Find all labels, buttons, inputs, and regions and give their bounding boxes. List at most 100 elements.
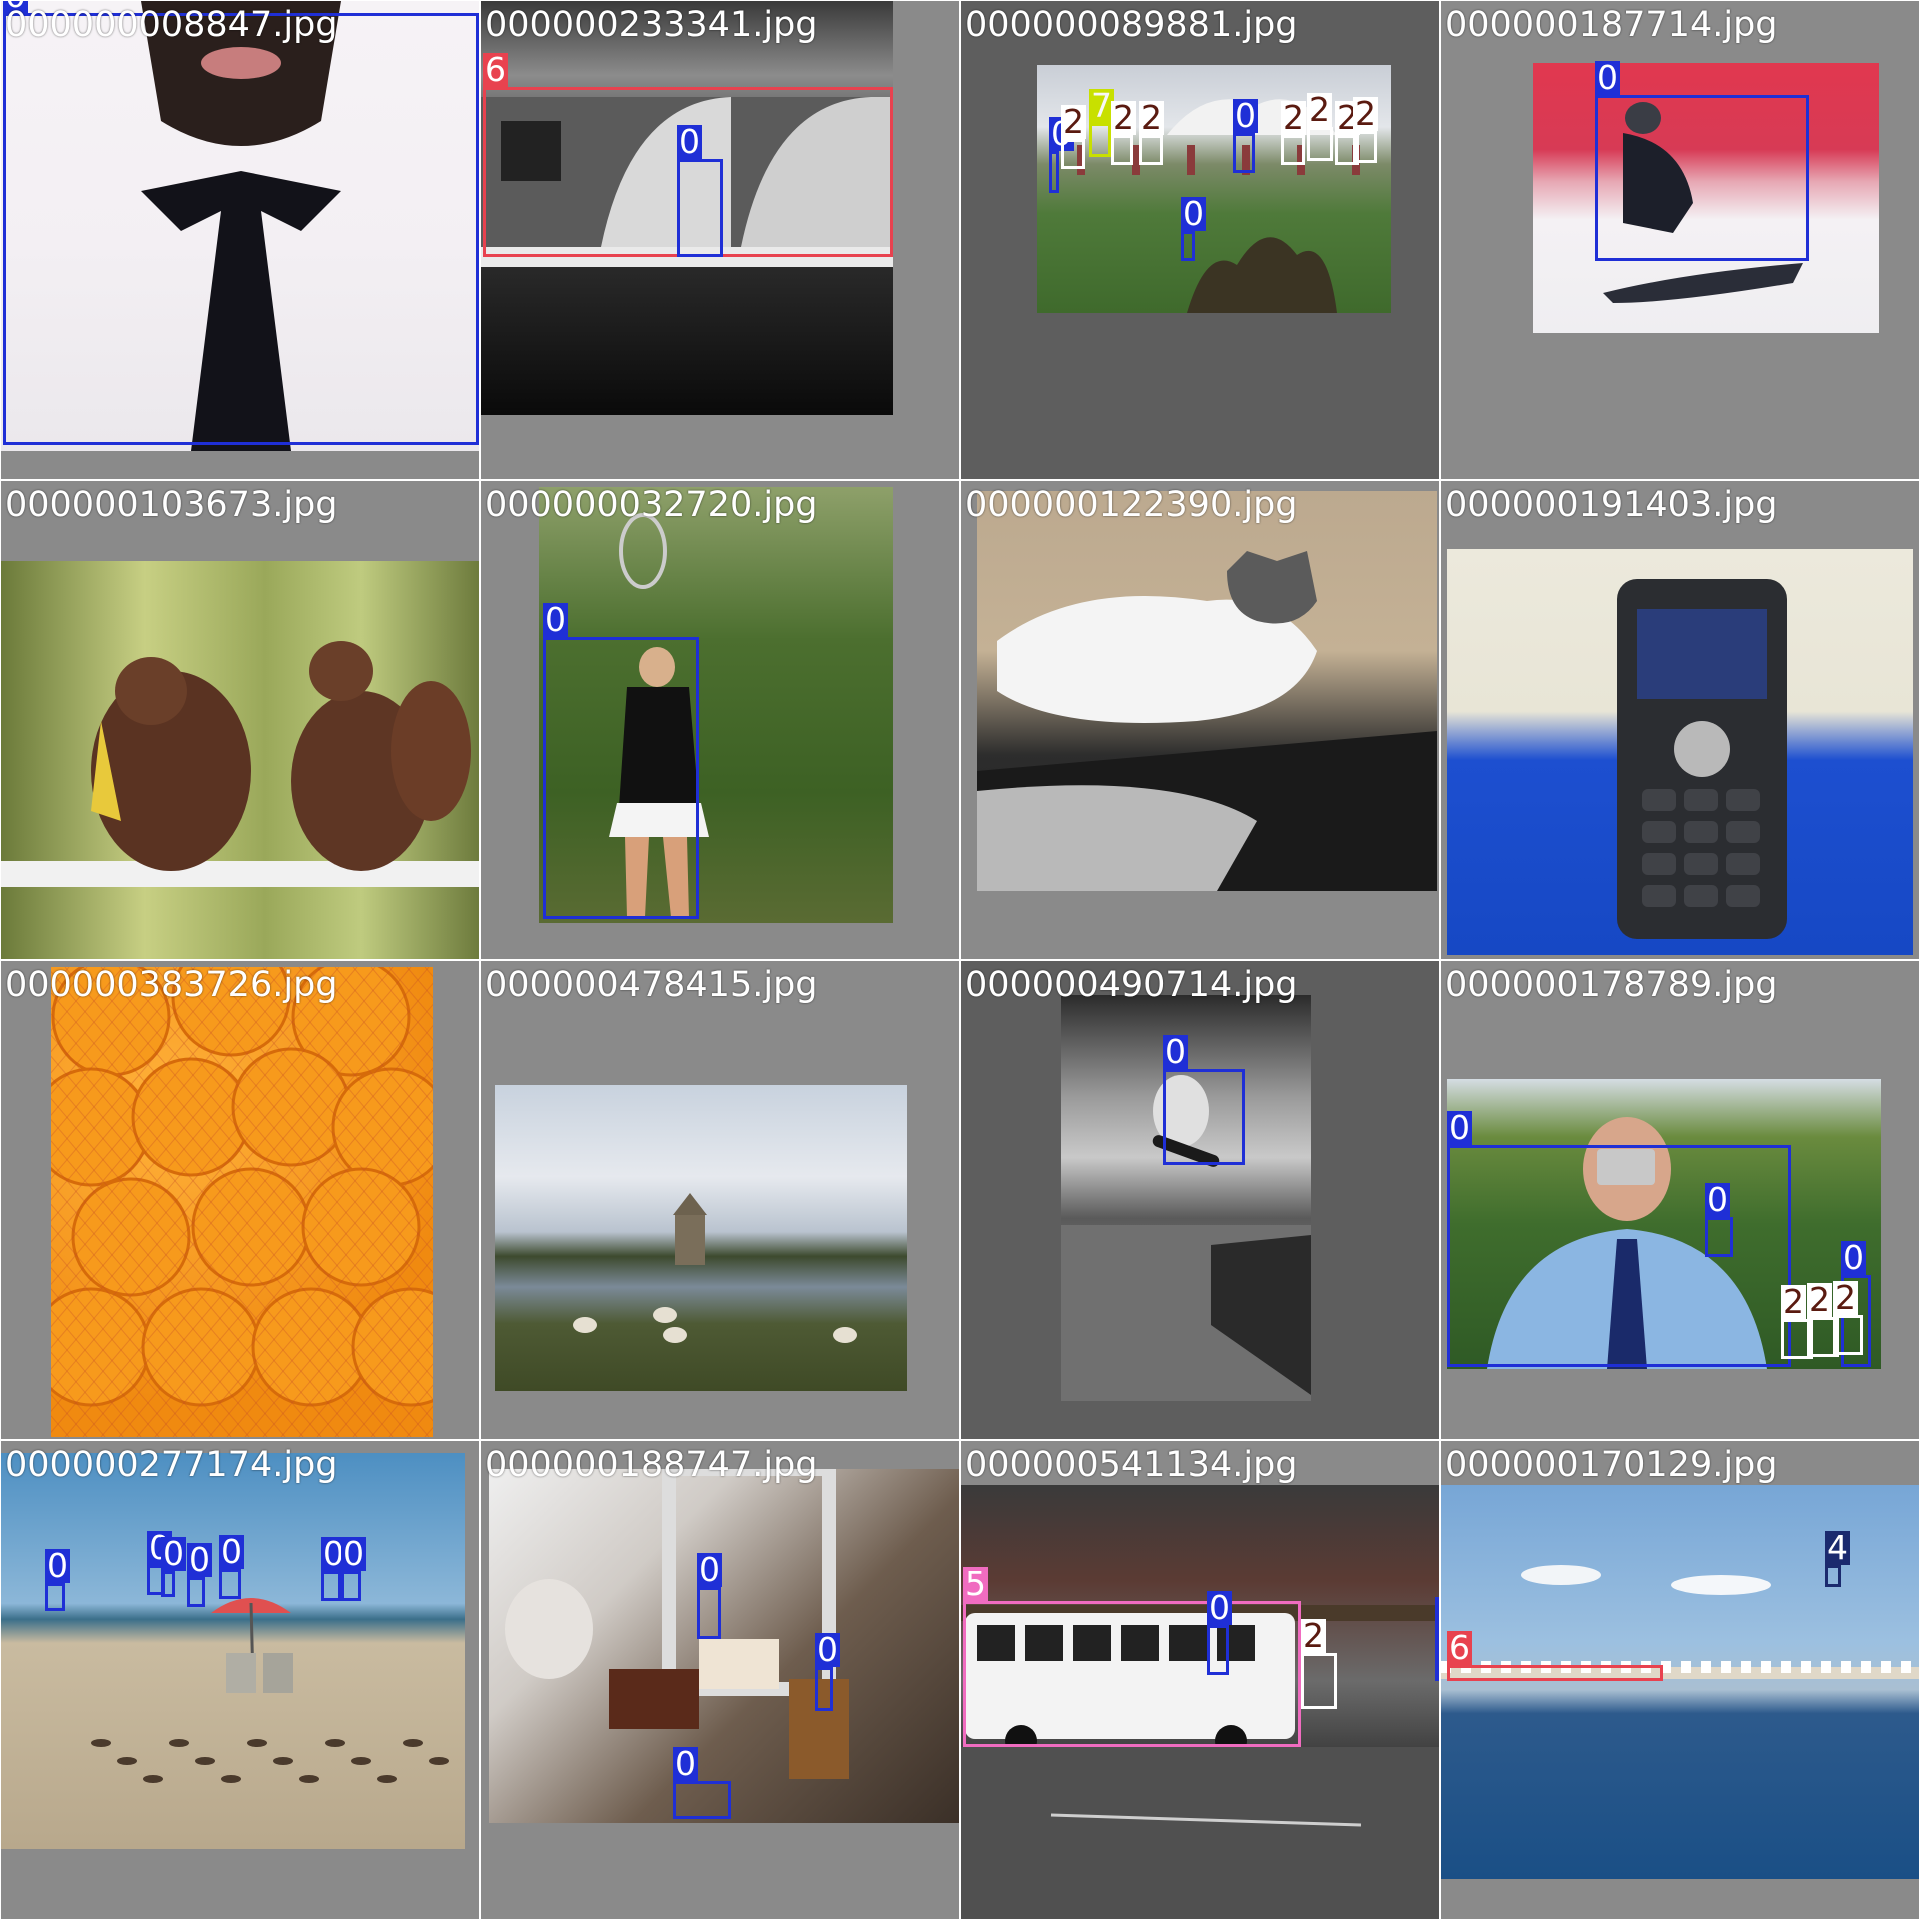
detection-label: 2 bbox=[1281, 98, 1306, 137]
detection-box bbox=[161, 1571, 175, 1597]
detection-box bbox=[697, 1587, 721, 1639]
detection-box bbox=[677, 159, 723, 257]
detection-box bbox=[1233, 133, 1255, 173]
detection-label: 0 bbox=[1841, 1238, 1866, 1277]
detection-box bbox=[45, 1583, 65, 1611]
image-tile: 000000478415.jpg bbox=[480, 960, 960, 1440]
image-scene bbox=[1617, 579, 1787, 939]
image-filename: 000000191403.jpg bbox=[1445, 485, 1778, 525]
image-filename: 000000277174.jpg bbox=[5, 1445, 338, 1485]
detection-box bbox=[1139, 135, 1163, 165]
detection-label: 0 bbox=[1595, 58, 1620, 97]
image-tile: 0 0 0 0 0 0 0 000000277174.jpg bbox=[0, 1440, 480, 1920]
image-scene bbox=[505, 1469, 849, 1779]
detection-box bbox=[1447, 1145, 1791, 1367]
detection-box bbox=[1281, 135, 1305, 165]
detection-box bbox=[1353, 131, 1377, 163]
detection-box bbox=[1111, 135, 1133, 165]
image-filename: 000000188747.jpg bbox=[485, 1445, 818, 1485]
detection-box bbox=[1049, 151, 1059, 193]
detection-label: 5 bbox=[963, 1564, 988, 1603]
image-filename: 000000541134.jpg bbox=[965, 1445, 1298, 1485]
image-tile: 0 0 0 000000188747.jpg bbox=[480, 1440, 960, 1920]
image-filename: 000000089881.jpg bbox=[965, 5, 1298, 45]
detection-box bbox=[543, 637, 699, 919]
image-tile: 000000122390.jpg bbox=[960, 480, 1440, 960]
image-scene bbox=[51, 967, 433, 1437]
detection-box bbox=[1447, 1665, 1663, 1681]
image-tile: 6 0 000000233341.jpg bbox=[480, 0, 960, 480]
detection-label: 4 bbox=[1825, 1528, 1850, 1567]
detection-label: 0 bbox=[1181, 194, 1206, 233]
image-photo bbox=[51, 967, 433, 1437]
image-filename: 000000490714.jpg bbox=[965, 965, 1298, 1005]
detection-box bbox=[321, 1571, 341, 1601]
detection-label: 0 bbox=[673, 1744, 698, 1783]
detection-label: 0 bbox=[219, 1532, 244, 1571]
image-tile: 000000383726.jpg bbox=[0, 960, 480, 1440]
detection-label: 2 bbox=[1111, 98, 1136, 137]
detection-label: 0 bbox=[1705, 1180, 1730, 1219]
detection-box bbox=[1705, 1217, 1733, 1257]
detection-label: 0 bbox=[1447, 1108, 1472, 1147]
detection-box bbox=[963, 1601, 1301, 1747]
detection-label: 2 bbox=[1807, 1280, 1832, 1319]
image-tile: 00027222222000000089881.jpg bbox=[960, 0, 1440, 480]
detection-label: 6 bbox=[483, 50, 508, 89]
image-filename: 000000383726.jpg bbox=[5, 965, 338, 1005]
image-tile: 0000000008847.jpg bbox=[0, 0, 480, 480]
image-tile: 0 0 0 2 2 2 000000178789.jpg bbox=[1440, 960, 1920, 1440]
image-filename: 000000178789.jpg bbox=[1445, 965, 1778, 1005]
image-filename: 000000008847.jpg bbox=[5, 5, 338, 45]
image-scene bbox=[977, 551, 1437, 891]
image-tile: 000000191403.jpg bbox=[1440, 480, 1920, 960]
detection-label: 0 bbox=[1163, 1032, 1188, 1071]
detection-box bbox=[1163, 1069, 1245, 1165]
detection-label: 0 bbox=[1207, 1588, 1232, 1627]
detection-label: 0 bbox=[45, 1546, 70, 1585]
mosaic-grid: 0000000008847.jpg60000000233341.jpg00027… bbox=[0, 0, 1920, 1920]
image-filename: 000000103673.jpg bbox=[5, 485, 338, 525]
image-tile: 0 000000490714.jpg bbox=[960, 960, 1440, 1440]
detection-label: 0 bbox=[341, 1534, 366, 1573]
image-filename: 000000187714.jpg bbox=[1445, 5, 1778, 45]
image-filename: 000000478415.jpg bbox=[485, 965, 818, 1005]
image-photo bbox=[489, 1469, 959, 1823]
image-filename: 000000233341.jpg bbox=[485, 5, 818, 45]
image-scene bbox=[91, 1598, 449, 1783]
image-photo bbox=[1, 1453, 465, 1849]
detection-label: 0 bbox=[1233, 96, 1258, 135]
image-filename: 000000170129.jpg bbox=[1445, 1445, 1778, 1485]
detection-box bbox=[1207, 1625, 1229, 1675]
image-photo bbox=[1, 561, 479, 959]
detection-label: 0 bbox=[697, 1550, 722, 1589]
detection-box bbox=[187, 1577, 205, 1607]
detection-box bbox=[815, 1667, 833, 1711]
detection-label: 0 bbox=[161, 1534, 186, 1573]
detection-label: 2 bbox=[1301, 1616, 1326, 1655]
detection-label: 2 bbox=[1833, 1278, 1858, 1317]
detection-box bbox=[3, 13, 479, 445]
detection-box bbox=[1061, 139, 1085, 169]
image-photo bbox=[495, 1085, 907, 1391]
detection-box bbox=[1181, 231, 1195, 261]
image-filename: 000000122390.jpg bbox=[965, 485, 1298, 525]
image-tile: 0 000000032720.jpg bbox=[480, 480, 960, 960]
detection-label: 0 bbox=[187, 1540, 212, 1579]
detection-box bbox=[341, 1571, 361, 1601]
detection-box bbox=[673, 1781, 731, 1819]
image-tile: 4 6 000000170129.jpg bbox=[1440, 1440, 1920, 1920]
detection-box bbox=[1089, 123, 1111, 157]
image-photo bbox=[1447, 549, 1913, 955]
image-tile: 5020000000541134.jpg bbox=[960, 1440, 1440, 1920]
detection-label: 2 bbox=[1781, 1282, 1806, 1321]
detection-label: 2 bbox=[1307, 90, 1332, 129]
image-scene bbox=[573, 1193, 857, 1343]
image-photo bbox=[977, 491, 1437, 891]
detection-label: 0 bbox=[543, 600, 568, 639]
detection-label: 2 bbox=[1353, 94, 1378, 133]
detection-box bbox=[1833, 1315, 1863, 1355]
image-scene bbox=[1, 641, 479, 887]
detection-box bbox=[1301, 1653, 1337, 1709]
image-filename: 000000032720.jpg bbox=[485, 485, 818, 525]
